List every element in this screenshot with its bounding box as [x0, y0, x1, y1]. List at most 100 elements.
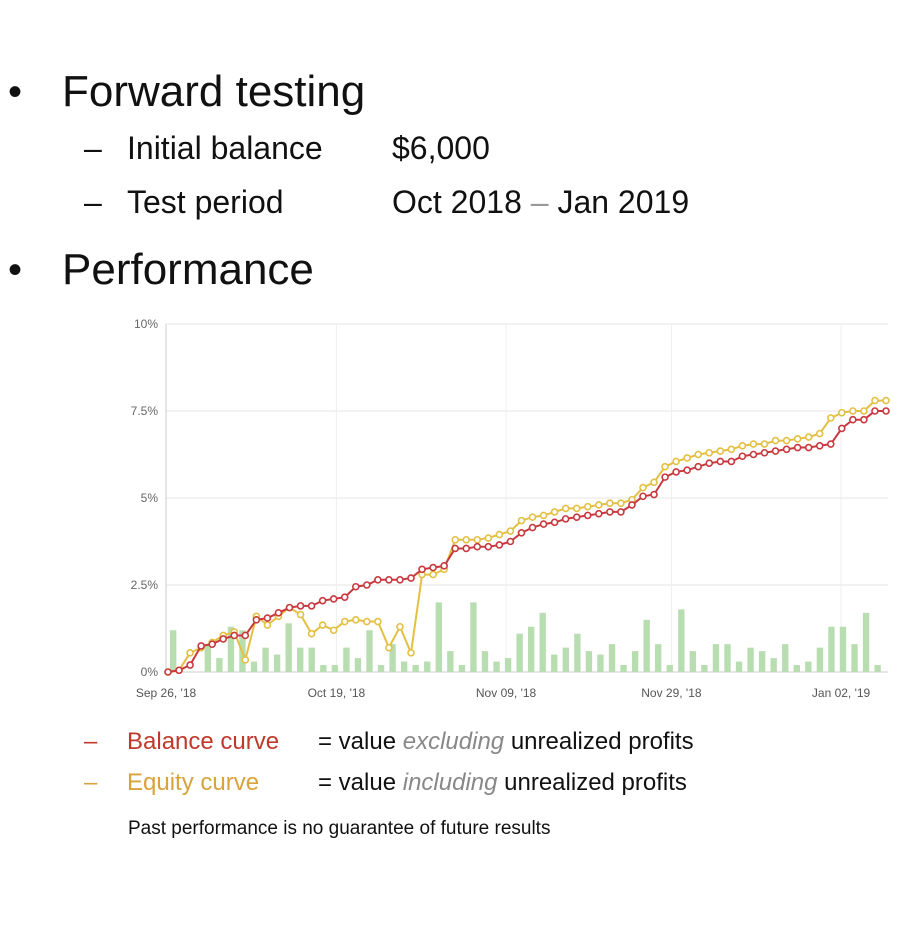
equity-curve-point [661, 462, 669, 471]
equity-curve-point [738, 442, 747, 450]
equity-curve-point [694, 450, 703, 459]
equity-curve-point [351, 615, 360, 624]
equity-curve-point [340, 617, 349, 626]
volume-bar [620, 665, 627, 672]
volume-bar [331, 665, 339, 672]
equity-curve-point [517, 516, 526, 525]
volume-bar [747, 647, 754, 672]
volume-bar [366, 630, 373, 672]
volume-bar [320, 665, 327, 672]
dash: – [84, 184, 102, 220]
equity-curve-point [672, 457, 680, 466]
equity-curve-point [429, 570, 437, 579]
equity-curve-point [451, 535, 460, 544]
test-period-end: Jan 2019 [557, 184, 690, 220]
equity-curve-point [705, 448, 714, 457]
balance-curve-point [440, 562, 448, 570]
volume-bar [424, 661, 431, 672]
balance-curve-point [374, 575, 382, 584]
equity-curve-point [760, 440, 769, 448]
balance-curve-point [639, 492, 647, 501]
volume-bar [851, 644, 858, 672]
equity-curve-point [528, 513, 537, 521]
volume-bar [782, 644, 789, 672]
legend-equity-dash: – [84, 769, 98, 796]
y-tick-label: 2.5% [131, 578, 159, 592]
equity-curve-point [307, 629, 316, 638]
equity-curve-point [374, 617, 382, 626]
equity-curve-point [263, 621, 272, 629]
y-tick-label: 10% [134, 317, 158, 331]
volume-bar [250, 661, 258, 672]
volume-bar [724, 644, 731, 672]
equity-curve-point [241, 656, 250, 664]
legend-equity-desc-prefix: = value [318, 769, 397, 796]
balance-curve-point [473, 542, 482, 551]
volume-bar [458, 665, 466, 672]
balance-curve-point [506, 537, 515, 546]
y-tick-label: 0% [141, 665, 159, 679]
equity-curve-point [882, 396, 890, 405]
balance-curve-point [683, 466, 691, 474]
volume-bar [400, 661, 408, 672]
equity-curve-point [716, 447, 725, 455]
balance-curve-point [484, 542, 493, 551]
equity-curve-point [749, 440, 758, 448]
volume-bar [874, 665, 881, 672]
balance-curve-point [838, 424, 846, 433]
volume-bar [447, 651, 454, 672]
equity-curve-point [473, 535, 482, 544]
balance-curve-point [340, 593, 349, 601]
disclaimer: Past performance is no guarantee of futu… [128, 818, 551, 839]
balance-curve-point [363, 581, 371, 589]
legend-equity-desc-suffix: unrealized profits [504, 769, 687, 796]
volume-bar [701, 665, 708, 672]
equity-curve-point [363, 617, 371, 626]
equity-curve-point [561, 504, 570, 513]
equity-curve-point [683, 454, 691, 462]
balance-curve-point [517, 529, 526, 537]
bullet-dot: • [8, 248, 23, 292]
equity-curve-point [506, 527, 515, 535]
balance-curve-point [782, 445, 791, 454]
balance-curve-point [407, 574, 415, 582]
balance-curve-point [385, 575, 393, 584]
balance-curve-point [628, 501, 636, 509]
x-tick-label: Oct 19, '18 [308, 686, 366, 700]
equity-curve-point [606, 499, 614, 508]
x-tick-label: Sep 26, '18 [136, 686, 197, 700]
balance-curve-point [771, 447, 780, 455]
volume-bar [308, 647, 315, 672]
balance-curve-point [738, 452, 747, 461]
balance-curve-point [241, 631, 250, 640]
balance-curve-point [672, 468, 680, 476]
balance-curve-point [495, 541, 504, 549]
x-tick-label: Jan 02, '19 [812, 686, 871, 700]
balance-curve-point [285, 603, 294, 612]
balance-curve-point [296, 602, 305, 610]
volume-bar [273, 654, 281, 672]
equity-curve-point [650, 478, 658, 487]
equity-curve-point [815, 429, 824, 438]
volume-bar [805, 661, 812, 672]
volume-bar [793, 665, 800, 672]
equity-curve-point [782, 436, 791, 445]
equity-curve-point [186, 649, 194, 657]
equity-curve-point [793, 435, 802, 443]
balance-curve-point [760, 448, 769, 457]
equity-curve-point [826, 414, 835, 422]
equity-curve-point [860, 407, 868, 415]
heading-performance: Performance [62, 245, 314, 294]
volume-bar [597, 654, 604, 672]
volume-bar [631, 651, 639, 672]
dash: – [84, 130, 102, 166]
volume-bar [493, 661, 500, 672]
equity-curve-point [550, 508, 559, 516]
equity-curve-point [572, 504, 581, 513]
balance-curve-point [871, 407, 879, 415]
legend-balance-desc-prefix: = value [318, 728, 397, 755]
equity-curve-point [594, 501, 603, 509]
balance-curve-point [164, 668, 172, 676]
volume-bar [828, 626, 835, 672]
balance-curve-point [219, 635, 228, 643]
